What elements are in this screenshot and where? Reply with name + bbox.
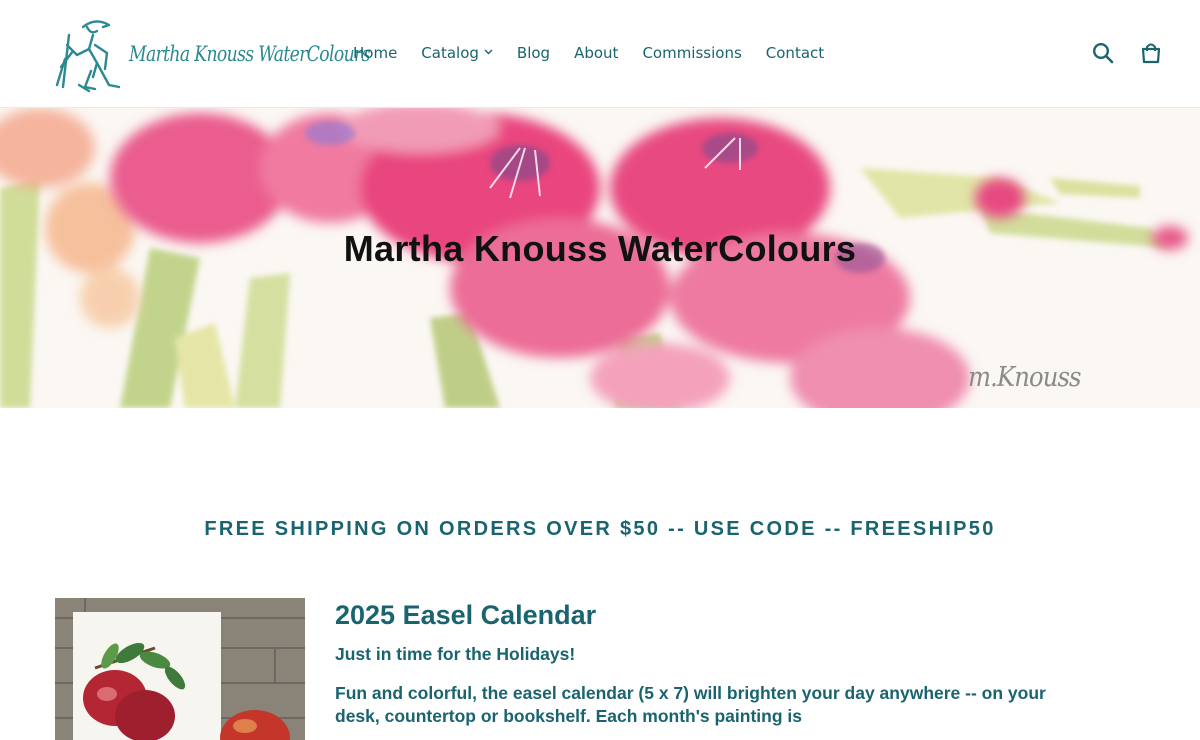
product-subtitle: Just in time for the Holidays! <box>335 644 576 664</box>
nav-contact-label: Contact <box>765 44 825 62</box>
free-shipping-promo: FREE SHIPPING ON ORDERS OVER $50 -- USE … <box>204 518 996 540</box>
nav-about-label: About <box>574 44 619 62</box>
nav-commissions[interactable]: Commissions <box>630 43 753 63</box>
cart-icon <box>1141 43 1161 64</box>
apple-painting-image <box>55 598 305 740</box>
chevron-down-icon <box>484 43 493 63</box>
hero-title: Martha Knouss WaterColours <box>343 228 857 269</box>
search-icon <box>1092 42 1114 64</box>
nav-home-label: Home <box>353 44 398 62</box>
nav-catalog-label: Catalog <box>421 44 479 62</box>
product-description: Fun and colorful, the easel calendar (5 … <box>335 683 1046 726</box>
search-button[interactable] <box>1090 40 1116 66</box>
artist-signature: m.Knouss <box>968 362 1081 393</box>
site-header: Martha Knouss WaterColours Home Catalog … <box>0 0 1200 108</box>
logo-text: Martha Knouss WaterColours <box>129 42 370 66</box>
nav-home[interactable]: Home <box>341 43 409 63</box>
site-logo[interactable]: Martha Knouss WaterColours <box>55 14 370 94</box>
nav-catalog[interactable]: Catalog <box>409 43 505 63</box>
nav-about[interactable]: About <box>562 43 630 63</box>
main-nav: Home Catalog Blog About Commissions Cont… <box>341 43 836 63</box>
nav-commissions-label: Commissions <box>642 44 742 62</box>
product-title[interactable]: 2025 Easel Calendar <box>335 598 1055 632</box>
nav-contact[interactable]: Contact <box>754 43 836 63</box>
cart-button[interactable] <box>1138 40 1164 66</box>
nav-blog[interactable]: Blog <box>505 43 562 63</box>
nav-blog-label: Blog <box>516 44 551 62</box>
painter-logo-icon <box>55 20 121 93</box>
calendar-product-image[interactable] <box>55 598 305 740</box>
product-content: 2025 Easel Calendar Just in time for the… <box>335 598 1055 728</box>
hero-banner: Martha Knouss WaterColours m.Knouss <box>0 108 1200 408</box>
header-actions <box>1090 40 1164 66</box>
